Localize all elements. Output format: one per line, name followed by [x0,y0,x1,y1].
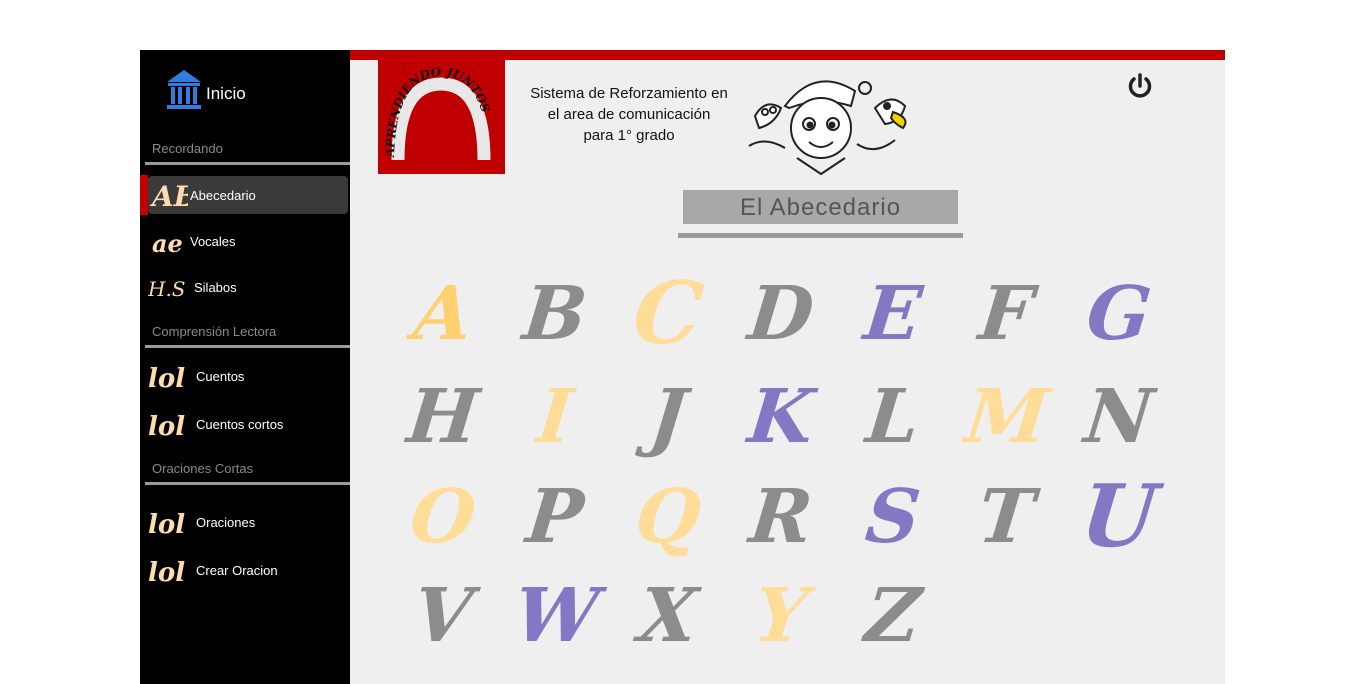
home-link[interactable]: Inicio [164,68,246,119]
power-icon [1126,73,1154,104]
svg-text:lol: lol [148,558,185,588]
letter-q[interactable]: Q [623,468,713,566]
story-icon: lol [148,357,190,395]
section-divider [145,345,350,348]
top-accent-bar [350,50,1225,60]
letter-a[interactable]: A [398,265,488,363]
letter-k[interactable]: K [736,368,826,466]
letter-o[interactable]: O [398,468,488,566]
active-indicator [140,175,148,215]
letter-s[interactable]: S [848,468,938,566]
sidebar-item-cuentos-cortos[interactable]: lol Cuentos cortos [148,405,348,443]
letter-z[interactable]: Z [848,567,938,665]
header-subtitle: Sistema de Reforzamiento en el area de c… [512,83,746,146]
svg-text:AB: AB [150,180,188,213]
svg-text:lol: lol [148,364,185,394]
letter-t[interactable]: T [961,468,1051,566]
sidebar-item-label: Silabos [194,279,237,295]
section-title-oraciones: Oraciones Cortas [152,461,254,476]
app-logo: APRENDIENDO JUNTOS [378,60,505,174]
svg-text:ae: ae [152,229,183,258]
sidebar-item-silabos[interactable]: H.S Silabos [148,268,348,306]
letter-u[interactable]: U [1074,466,1164,567]
subtitle-line: el area de comunicación [547,106,711,123]
letter-g[interactable]: G [1074,265,1164,363]
sentence-icon: lol [148,503,190,541]
section-title-recordando: Recordando [152,141,223,156]
svg-text:H.S: H.S [148,277,186,301]
svg-text:lol: lol [148,412,185,442]
mascot-illustration [745,66,915,183]
letter-e[interactable]: E [848,265,938,363]
sidebar-item-label: Vocales [190,233,236,249]
letter-i[interactable]: I [510,368,600,466]
sidebar-item-vocales[interactable]: ae Vocales [148,222,348,260]
home-label: Inicio [206,83,246,103]
sidebar-item-cuentos[interactable]: lol Cuentos [148,357,348,395]
power-button[interactable] [1126,72,1154,105]
sidebar: Inicio Recordando AB Abecedario ae Vocal… [140,50,350,684]
subtitle-line: para 1° grado [583,127,675,144]
letter-d[interactable]: D [736,265,826,363]
sidebar-item-label: Crear Oracion [196,562,278,578]
sidebar-item-abecedario[interactable]: AB Abecedario [148,176,348,214]
letter-j[interactable]: J [623,368,713,466]
section-divider [145,482,350,485]
section-title-comprension: Comprensión Lectora [152,324,277,339]
vowels-icon: ae [148,222,190,260]
story-icon: lol [148,405,190,443]
title-underline [678,233,963,238]
letter-w[interactable]: W [510,567,602,665]
sidebar-item-crear-oracion[interactable]: lol Crear Oracion [148,551,348,589]
letter-c[interactable]: C [623,263,713,364]
letter-m[interactable]: M [961,368,1052,466]
sidebar-item-label: Cuentos [196,368,245,384]
sidebar-item-label: Abecedario [190,187,256,203]
sentence-icon: lol [148,551,190,589]
sidebar-item-label: Cuentos cortos [196,416,284,432]
sidebar-item-oraciones[interactable]: lol Oraciones [148,503,348,541]
subtitle-line: Sistema de Reforzamiento en [530,85,728,102]
letter-x[interactable]: X [623,567,713,665]
museum-icon [164,68,204,119]
main-content: APRENDIENDO JUNTOS Sistema de Reforzamie… [350,50,1225,684]
letter-y[interactable]: Y [736,567,826,665]
section-divider [145,162,350,165]
letter-n[interactable]: N [1074,368,1164,466]
letter-p[interactable]: P [510,468,600,566]
sidebar-item-label: Oraciones [196,514,256,530]
letter-b[interactable]: B [510,265,600,363]
letter-v[interactable]: V [398,567,488,665]
svg-text:lol: lol [148,510,185,540]
syllables-icon: H.S [148,268,190,306]
letter-f[interactable]: F [961,265,1051,363]
letter-r[interactable]: R [736,468,826,566]
letter-l[interactable]: L [848,368,938,466]
letter-h[interactable]: H [398,368,488,466]
page-title: El Abecedario [683,190,958,224]
abc-icon: AB [148,176,190,214]
